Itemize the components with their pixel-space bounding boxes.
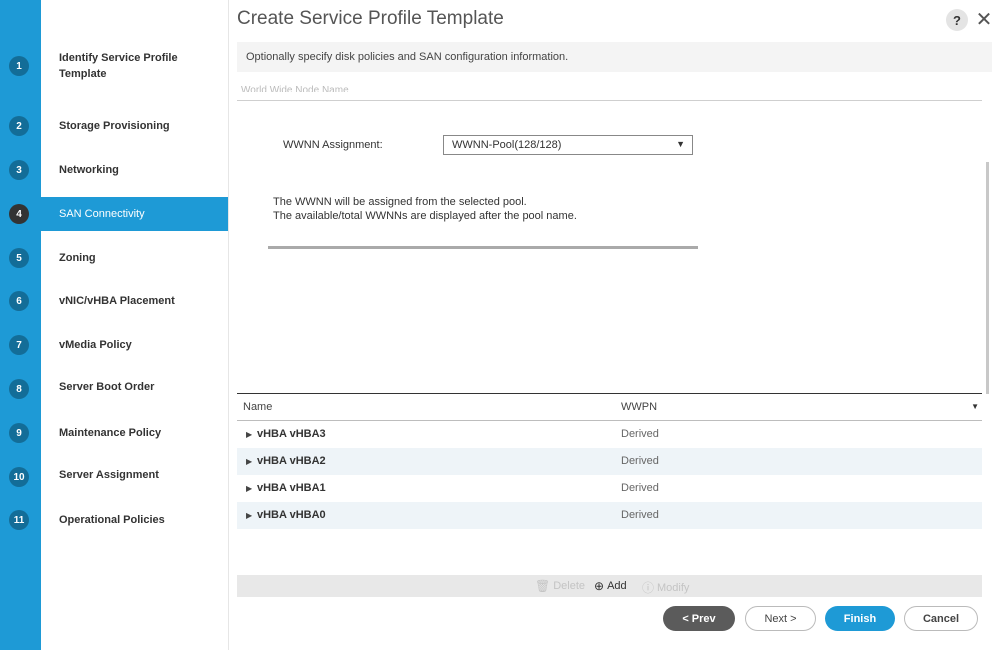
step-vmedia-policy[interactable]: 7 vMedia Policy (0, 328, 228, 362)
table-header: Name WWPN ▼ (237, 393, 982, 421)
add-label: Add (607, 580, 627, 592)
dropdown-arrow-icon: ▼ (676, 139, 685, 149)
step-number: 5 (9, 248, 29, 268)
step-san-connectivity[interactable]: 4 SAN Connectivity (0, 197, 228, 231)
close-icon[interactable]: ✕ (974, 8, 994, 31)
help-icon[interactable]: ? (946, 9, 968, 31)
step-zoning[interactable]: 5 Zoning (0, 241, 228, 275)
step-label: Maintenance Policy (59, 427, 162, 439)
expand-arrow-icon[interactable]: ▶ (246, 457, 252, 466)
column-header-name[interactable]: Name (243, 401, 272, 413)
step-networking[interactable]: 3 Networking (0, 153, 228, 187)
step-label: Zoning (59, 252, 96, 264)
modify-label: Modify (657, 581, 690, 594)
delete-button[interactable]: 🗑 Delete (535, 579, 585, 593)
wwnn-assignment-label: WWNN Assignment: (283, 139, 383, 151)
next-button[interactable]: Next > (745, 606, 816, 631)
horizontal-scrollbar[interactable] (268, 246, 698, 249)
dialog-subtitle: Optionally specify disk policies and SAN… (237, 42, 992, 72)
step-number: 8 (9, 379, 29, 399)
step-label: Networking (59, 164, 119, 176)
column-menu-icon[interactable]: ▼ (971, 402, 979, 411)
wizard-steps: 1 Identify Service Profile Template 2 St… (0, 0, 228, 650)
vertical-scrollbar[interactable] (986, 162, 989, 394)
delete-label: Delete (553, 580, 586, 592)
expand-arrow-icon[interactable]: ▶ (246, 511, 252, 520)
step-label: Storage Provisioning (59, 120, 170, 132)
step-label: Identify Service Profile Template (59, 52, 178, 80)
step-number: 10 (9, 467, 29, 487)
wwnn-info-line-1: The WWNN will be assigned from the selec… (273, 196, 527, 208)
step-number: 1 (9, 56, 29, 76)
expand-arrow-icon[interactable]: ▶ (246, 484, 252, 493)
row-wwpn: Derived (621, 455, 659, 467)
expand-arrow-icon[interactable]: ▶ (246, 430, 252, 439)
step-number: 3 (9, 160, 29, 180)
step-operational-policies[interactable]: 11 Operational Policies (0, 503, 228, 537)
finish-button[interactable]: Finish (825, 606, 895, 631)
table-row[interactable]: ▶ vHBA vHBA1 Derived (237, 475, 982, 502)
column-header-wwpn[interactable]: WWPN (621, 401, 657, 413)
subtitle-text: Optionally specify disk policies and SAN… (246, 51, 569, 63)
step-label: vNIC/vHBA Placement (59, 295, 175, 307)
wwnn-info-line-2: The available/total WWNNs are displayed … (273, 210, 577, 222)
row-wwpn: Derived (621, 482, 659, 494)
wwnn-assignment-value: WWNN-Pool(128/128) (452, 139, 562, 151)
step-label: Server Assignment (59, 469, 159, 481)
table-action-bar: 🗑 Delete ⊕ Add ⓘ Modify (237, 575, 982, 597)
step-number: 4 (9, 204, 29, 224)
step-maintenance-policy[interactable]: 9 Maintenance Policy (0, 416, 228, 450)
row-name: vHBA vHBA2 (257, 455, 326, 467)
section-heading: World Wide Node Name (241, 85, 349, 92)
add-button[interactable]: ⊕ Add (594, 579, 627, 593)
info-circle-icon: ⓘ (642, 581, 655, 595)
step-number: 6 (9, 291, 29, 311)
row-name: vHBA vHBA0 (257, 509, 326, 521)
dialog-title: Create Service Profile Template (237, 8, 504, 29)
table-row[interactable]: ▶ vHBA vHBA0 Derived (237, 502, 982, 529)
step-server-assignment[interactable]: 10 Server Assignment (0, 460, 228, 494)
step-number: 11 (9, 510, 29, 530)
create-service-profile-template-dialog: 1 Identify Service Profile Template 2 St… (0, 0, 1001, 650)
step-vnic-vhba-placement[interactable]: 6 vNIC/vHBA Placement (0, 284, 228, 318)
step-label: Operational Policies (59, 514, 165, 526)
trash-icon: 🗑 (535, 579, 551, 593)
panel-divider (228, 0, 229, 650)
table-row[interactable]: ▶ vHBA vHBA3 Derived (237, 421, 982, 448)
table-row[interactable]: ▶ vHBA vHBA2 Derived (237, 448, 982, 475)
row-name: vHBA vHBA1 (257, 482, 326, 494)
step-number: 2 (9, 116, 29, 136)
wwnn-assignment-select[interactable]: WWNN-Pool(128/128) ▼ (443, 135, 693, 155)
step-identify-service-profile-template[interactable]: 1 Identify Service Profile Template (0, 49, 228, 83)
row-name: vHBA vHBA3 (257, 428, 326, 440)
step-label: Server Boot Order (59, 381, 155, 393)
plus-circle-icon: ⊕ (594, 579, 605, 593)
prev-button[interactable]: < Prev (663, 606, 735, 631)
section-divider (237, 100, 982, 101)
step-label: SAN Connectivity (59, 208, 145, 220)
modify-button[interactable]: ⓘ Modify (642, 579, 689, 596)
step-number: 9 (9, 423, 29, 443)
step-server-boot-order[interactable]: 8 Server Boot Order (0, 372, 228, 406)
step-storage-provisioning[interactable]: 2 Storage Provisioning (0, 109, 228, 143)
cancel-button[interactable]: Cancel (904, 606, 978, 631)
row-wwpn: Derived (621, 509, 659, 521)
vhba-table: Name WWPN ▼ ▶ vHBA vHBA3 Derived ▶ vHBA … (237, 393, 982, 529)
step-number: 7 (9, 335, 29, 355)
step-label: vMedia Policy (59, 339, 132, 351)
row-wwpn: Derived (621, 428, 659, 440)
